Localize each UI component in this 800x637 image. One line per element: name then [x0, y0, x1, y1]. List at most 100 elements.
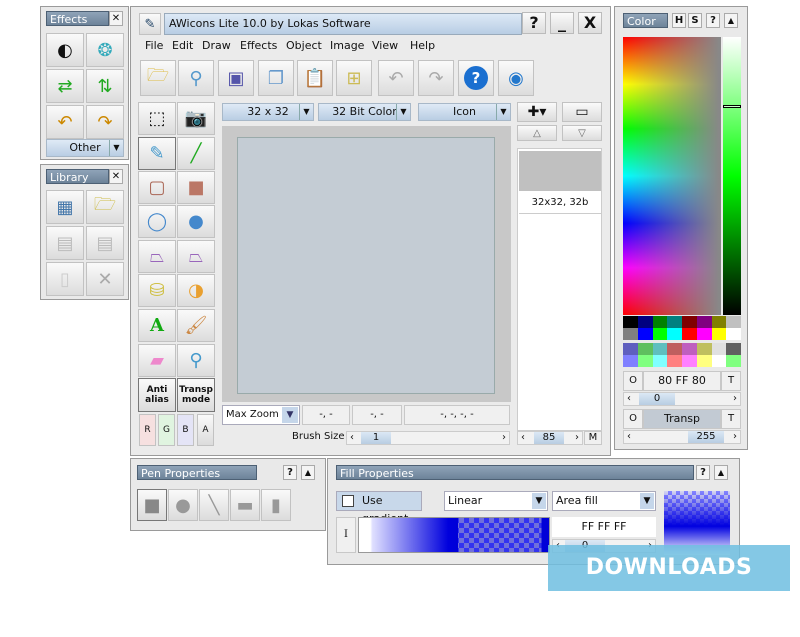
palette-swatch[interactable]: [682, 355, 697, 367]
color-spectrum[interactable]: [623, 37, 721, 315]
menu-draw[interactable]: Draw: [202, 39, 231, 52]
circle-blue-icon[interactable]: ❂: [86, 33, 124, 67]
palette-swatch[interactable]: [667, 355, 682, 367]
anti-alias-toggle[interactable]: Anti alias: [138, 378, 176, 412]
palette-swatch[interactable]: [711, 328, 727, 340]
polygon-outline-tool[interactable]: ⏢: [138, 240, 176, 273]
brush-tool[interactable]: 🖌: [177, 309, 215, 342]
pen-horizontal-icon[interactable]: ▬: [230, 489, 260, 521]
eraser-tool[interactable]: ▰: [138, 344, 176, 377]
palette-swatch[interactable]: [652, 316, 668, 328]
palette-swatch[interactable]: [682, 328, 697, 340]
channel-g[interactable]: G: [158, 414, 175, 446]
help-button[interactable]: ?: [522, 12, 546, 34]
cursor-button[interactable]: I: [336, 517, 356, 553]
menu-edit[interactable]: Edit: [172, 39, 193, 52]
camera-tool[interactable]: 📷: [177, 102, 215, 135]
palette-swatch[interactable]: [637, 328, 653, 340]
palette-swatch[interactable]: [637, 316, 653, 328]
palette-swatch[interactable]: [623, 343, 638, 355]
open-library-icon[interactable]: 🗁: [86, 190, 124, 224]
m-button[interactable]: M: [584, 431, 602, 445]
type-dropdown[interactable]: Icon ▼: [418, 103, 511, 121]
hue-button[interactable]: H: [672, 13, 686, 28]
current-color[interactable]: 80 FF 80: [643, 371, 721, 391]
transparent-button[interactable]: T: [721, 371, 741, 391]
undo-icon[interactable]: ↶: [378, 60, 414, 96]
rotate-right-icon[interactable]: ↷: [86, 105, 124, 139]
palette-swatch[interactable]: [696, 343, 712, 355]
move-down-button[interactable]: ▽: [562, 125, 602, 141]
palette-swatch[interactable]: [726, 328, 741, 340]
sphere-icon[interactable]: ◐: [46, 33, 84, 67]
palette-swatch[interactable]: [637, 355, 653, 367]
collapse-button[interactable]: ▲: [301, 465, 315, 480]
palette-swatch[interactable]: [726, 355, 741, 367]
saturation-button[interactable]: S: [688, 13, 702, 28]
checkbox-box[interactable]: [342, 495, 354, 507]
transparent-button-2[interactable]: T: [721, 409, 741, 429]
lightness-slider[interactable]: [723, 37, 741, 315]
palette-swatch[interactable]: [652, 328, 668, 340]
swap-vertical-icon[interactable]: ⇅: [86, 69, 124, 103]
outline-button-2[interactable]: O: [623, 409, 643, 429]
fill-bucket-tool[interactable]: ⛁: [138, 274, 176, 307]
palette-swatch[interactable]: [667, 316, 682, 328]
rect-outline-tool[interactable]: ▢: [138, 171, 176, 204]
palette-swatch[interactable]: [623, 328, 638, 340]
other-dropdown[interactable]: Other ▼: [46, 139, 124, 157]
rotate-left-icon[interactable]: ↶: [46, 105, 84, 139]
zoom-select[interactable]: Max Zoom ▼: [222, 405, 300, 425]
pen-square-icon[interactable]: ■: [137, 489, 167, 521]
channel-b[interactable]: B: [177, 414, 194, 446]
size-dropdown[interactable]: 32 x 32 ▼: [222, 103, 314, 121]
save-icon[interactable]: ▣: [218, 60, 254, 96]
menu-help[interactable]: Help: [410, 39, 435, 52]
lightness-marker[interactable]: [723, 105, 741, 108]
preview-thumbnail[interactable]: [519, 151, 601, 191]
outline-button[interactable]: O: [623, 371, 643, 391]
alpha-slider[interactable]: ‹ 0 ›: [623, 392, 741, 406]
channel-a[interactable]: A: [197, 414, 214, 446]
help-button[interactable]: ?: [696, 465, 710, 480]
menu-effects[interactable]: Effects: [240, 39, 277, 52]
transp-color[interactable]: Transp: [643, 409, 721, 429]
palette-swatch[interactable]: [696, 355, 712, 367]
drawing-canvas[interactable]: [237, 137, 495, 394]
gradient-tool[interactable]: ◑: [177, 274, 215, 307]
palette-swatch[interactable]: [711, 343, 727, 355]
menu-file[interactable]: File: [145, 39, 163, 52]
palette-swatch[interactable]: [623, 355, 638, 367]
swap-horizontal-icon[interactable]: ⇄: [46, 69, 84, 103]
pen-diagonal-icon[interactable]: ╲: [199, 489, 229, 521]
gradient-type-select[interactable]: Linear ▼: [444, 491, 548, 511]
menu-image[interactable]: Image: [330, 39, 364, 52]
palette-swatch[interactable]: [682, 316, 697, 328]
palette-swatch[interactable]: [696, 328, 712, 340]
image-list[interactable]: 32x32, 32b: [517, 148, 602, 431]
palette-swatch[interactable]: [652, 355, 668, 367]
new-library-icon[interactable]: ▦: [46, 190, 84, 224]
palette-swatch[interactable]: [726, 343, 741, 355]
menu-view[interactable]: View: [372, 39, 398, 52]
palette-swatch[interactable]: [667, 343, 682, 355]
ellipse-filled-tool[interactable]: ●: [177, 205, 215, 238]
pen-round-icon[interactable]: ●: [168, 489, 198, 521]
select-tool[interactable]: ⬚: [138, 102, 176, 135]
collapse-button[interactable]: ▲: [724, 13, 738, 28]
help-icon[interactable]: ?: [458, 60, 494, 96]
help-button[interactable]: ?: [283, 465, 297, 480]
move-up-button[interactable]: △: [517, 125, 557, 141]
paste-icon[interactable]: 📋: [297, 60, 333, 96]
channel-r[interactable]: R: [139, 414, 156, 446]
palette-swatch[interactable]: [652, 343, 668, 355]
close-icon[interactable]: ✕: [109, 169, 123, 184]
gradient-bar[interactable]: [358, 517, 550, 553]
palette-swatch[interactable]: [711, 355, 727, 367]
rect-filled-tool[interactable]: ■: [177, 171, 215, 204]
pen-vertical-icon[interactable]: ▮: [261, 489, 291, 521]
menu-object[interactable]: Object: [286, 39, 322, 52]
text-tool[interactable]: A: [138, 309, 176, 342]
palette-swatch[interactable]: [726, 316, 741, 328]
open-icon[interactable]: 🗁: [140, 60, 176, 96]
